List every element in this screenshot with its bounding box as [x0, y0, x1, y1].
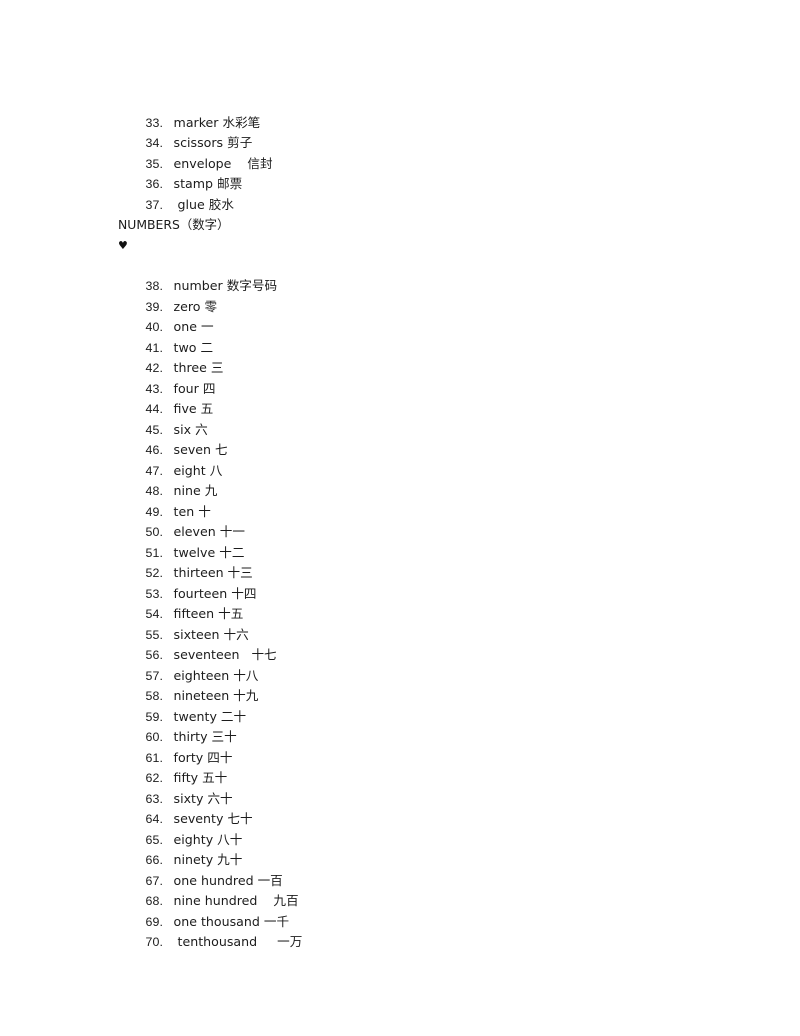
list-item-text: twenty 二十 [173, 708, 247, 724]
list-item-text: tenthousand 一万 [173, 934, 303, 949]
list-item-text: one 一 [173, 319, 214, 334]
list-item-number: 66. [145, 853, 164, 867]
list-item-text: number 数字号码 [173, 278, 278, 293]
list-item-text: seven 七 [173, 442, 228, 457]
list-item-text: eight 八 [173, 462, 223, 478]
list-item: 38. number 数字号码 [118, 256, 678, 293]
list-item-number: 60. [145, 730, 164, 744]
list-item-text: fourteen 十四 [173, 585, 257, 601]
list-item-text: two 二 [173, 339, 214, 355]
list-item-number: 54. [145, 607, 164, 621]
list-item-text: nine 九 [173, 483, 218, 498]
list-item-text: three 三 [173, 360, 224, 375]
heart-bullet-marker: ♥ [118, 235, 678, 256]
list-item-text: stamp 邮票 [173, 176, 243, 191]
list-item-text: zero 零 [173, 298, 218, 314]
list-item-number: 39. [145, 299, 164, 314]
list-item-number: 42. [145, 361, 164, 375]
list-item-text: eighty 八十 [173, 831, 243, 847]
list-item-number: 45. [145, 422, 164, 437]
list-item-number: 52. [145, 566, 164, 580]
list-item-text: eighteen 十八 [173, 667, 259, 683]
list-item: 33. marker 水彩笔 [118, 92, 678, 130]
list-item-number: 49. [145, 504, 164, 519]
list-item-text: one thousand 一千 [173, 913, 290, 929]
list-item-text: eleven 十一 [173, 524, 245, 539]
list-item-number: 65. [145, 832, 164, 847]
list-item-text: marker 水彩笔 [173, 114, 261, 130]
list-item-number: 69. [145, 914, 164, 929]
list-item-number: 37. [145, 197, 164, 212]
list-item-number: 35. [145, 156, 164, 171]
list-item-number: 44. [145, 402, 164, 416]
list-item-text: thirteen 十三 [173, 565, 253, 580]
list-item-number: 51. [145, 545, 164, 560]
list-item-text: seventy 七十 [173, 811, 253, 826]
document-content: 33. marker 水彩笔 34. scissors 剪子 35. envelope… [118, 92, 678, 950]
list-item-text: nine hundred 九百 [173, 893, 299, 908]
list-item-number: 47. [145, 463, 164, 478]
list-item-text: glue 胶水 [173, 196, 234, 212]
list-item-number: 70. [145, 935, 164, 949]
list-item-number: 55. [145, 627, 164, 642]
list-item-text: ninety 九十 [173, 852, 243, 867]
list-item-text: five 五 [173, 401, 214, 416]
list-item-text: thirty 三十 [173, 729, 237, 744]
list-item-number: 34. [145, 136, 164, 150]
list-item-number: 63. [145, 791, 164, 806]
list-item-number: 41. [145, 340, 164, 355]
list-item-text: twelve 十二 [173, 544, 245, 560]
list-item-number: 56. [145, 648, 164, 662]
list-item-number: 61. [145, 750, 164, 765]
list-item-text: one hundred 一百 [173, 872, 283, 888]
list-item-text: forty 四十 [173, 749, 233, 765]
list-item-text: fifty 五十 [173, 770, 228, 785]
list-item-number: 68. [145, 894, 164, 908]
list-item-text: envelope 信封 [173, 155, 273, 171]
list-item-text: sixteen 十六 [173, 626, 249, 642]
list-item-number: 59. [145, 709, 164, 724]
heart-icon: ♥ [118, 239, 128, 252]
list-item-text: nineteen 十九 [173, 688, 259, 703]
list-item-number: 33. [145, 115, 164, 130]
list-item-number: 62. [145, 771, 164, 785]
list-item-text: scissors 剪子 [173, 135, 253, 150]
list-item-text: sixty 六十 [173, 790, 233, 806]
list-item-number: 43. [145, 381, 164, 396]
list-item-text: ten 十 [173, 503, 211, 519]
list-item-number: 38. [145, 279, 164, 293]
list-item-text: fifteen 十五 [173, 606, 244, 621]
vocabulary-list-numbers: 38. number 数字号码 39. zero 零 40. one 一 41. two… [118, 256, 678, 949]
list-item-text: four 四 [173, 380, 216, 396]
list-item-number: 58. [145, 689, 164, 703]
list-item-number: 36. [145, 177, 164, 191]
list-item-number: 53. [145, 586, 164, 601]
section-heading-numbers: NUMBERS（数字） [118, 216, 230, 232]
list-item-text: six 六 [173, 421, 208, 437]
list-item-number: 57. [145, 668, 164, 683]
list-item-number: 64. [145, 812, 164, 826]
document-page: 33. marker 水彩笔 34. scissors 剪子 35. envelope… [0, 0, 800, 1036]
list-item-number: 48. [145, 484, 164, 498]
list-item-text: seventeen 十七 [173, 647, 277, 662]
vocabulary-list-supplies: 33. marker 水彩笔 34. scissors 剪子 35. envelope… [118, 92, 678, 212]
list-item-number: 67. [145, 873, 164, 888]
list-item-number: 40. [145, 320, 164, 334]
list-item-number: 46. [145, 443, 164, 457]
list-item-number: 50. [145, 525, 164, 539]
